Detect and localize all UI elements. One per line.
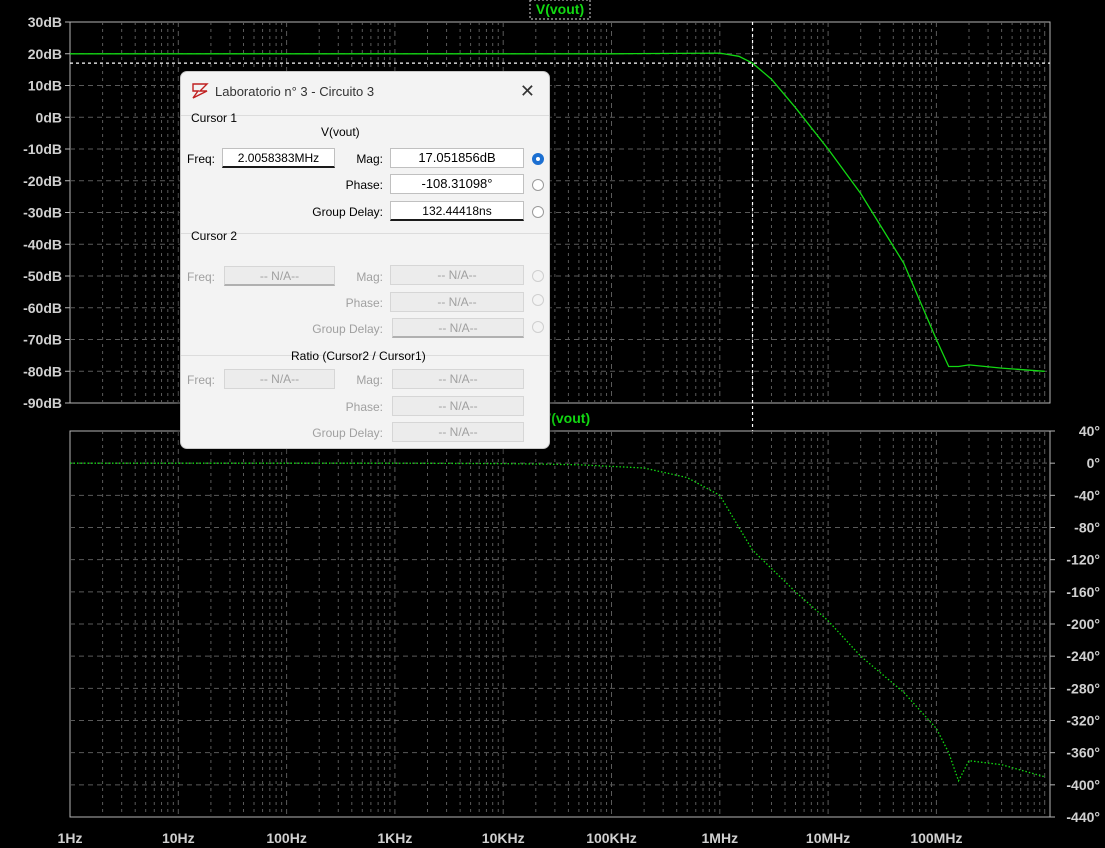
y-tick-label: 40° xyxy=(1079,423,1100,439)
y-tick-label: -70dB xyxy=(23,332,62,348)
cursor2-mag-label: Mag: xyxy=(356,270,383,284)
cursor1-group-delay-radio[interactable] xyxy=(532,206,544,218)
y-tick-label: -80dB xyxy=(23,363,62,379)
ratio-freq-field: -- N/A-- xyxy=(224,369,335,389)
waveform-viewer[interactable]: 30dB 20dB 10dB 0dB -10dB -20dB -30dB -40dB -50dB… xyxy=(0,0,1105,848)
ratio-phase-field: -- N/A-- xyxy=(392,396,524,416)
x-tick-label: 10Hz xyxy=(162,830,195,846)
y-tick-label: -30dB xyxy=(23,205,62,221)
cursor1-mag-radio[interactable] xyxy=(532,153,544,165)
cursor2-freq-field[interactable]: -- N/A-- xyxy=(224,266,335,286)
cursor2-phase-radio[interactable] xyxy=(532,294,544,306)
y-tick-label: -40dB xyxy=(23,236,62,252)
y-tick-label: -240° xyxy=(1066,648,1100,664)
frequency-axis: 1Hz 10Hz 100Hz 1KHz 10KHz 100KHz 1MHz 10MHz 100M… xyxy=(58,830,963,846)
cursor1-phase-field[interactable]: -108.31098° xyxy=(390,174,524,194)
cursor2-phase-field[interactable]: -- N/A-- xyxy=(390,292,524,312)
cursor1-group-delay-label: Group Delay: xyxy=(312,205,383,219)
y-tick-label: -50dB xyxy=(23,268,62,284)
y-tick-label: 30dB xyxy=(28,14,62,30)
cursor2-group-delay-label: Group Delay: xyxy=(312,322,383,336)
x-tick-label: 1MHz xyxy=(702,830,739,846)
y-tick-label: 10dB xyxy=(28,78,62,94)
x-tick-label: 100MHz xyxy=(910,830,962,846)
cursor2-section-label: Cursor 2 xyxy=(191,229,238,243)
y-tick-label: -160° xyxy=(1066,584,1100,600)
cursor2-phase-label: Phase: xyxy=(345,296,383,310)
x-tick-label: 1KHz xyxy=(377,830,412,846)
cursor1-phase-label: Phase: xyxy=(345,178,383,192)
cursor1-section-label: Cursor 1 xyxy=(191,111,238,125)
y-tick-label: -400° xyxy=(1066,777,1100,793)
x-tick-label: 10MHz xyxy=(806,830,850,846)
cursor1-signal-name: V(vout) xyxy=(321,125,360,139)
ltspice-app-icon xyxy=(192,83,209,99)
ratio-freq-label: Freq: xyxy=(187,373,216,387)
y-tick-label: 0dB xyxy=(36,109,62,125)
cursor2-group-delay-field[interactable]: -- N/A-- xyxy=(392,318,524,338)
y-tick-label: -200° xyxy=(1066,616,1100,632)
ratio-group-delay-field: -- N/A-- xyxy=(392,422,524,442)
y-tick-label: 0° xyxy=(1087,455,1100,471)
phase-plot-pane[interactable]: 40° 0° -40° -80° -120° -160° -200° -240° -280° -3… xyxy=(69,423,1100,825)
cursor2-freq-label: Freq: xyxy=(187,270,216,284)
ratio-mag-field: -- N/A-- xyxy=(392,369,524,389)
cursor-dialog[interactable]: Laboratorio n° 3 - Circuito 3 ✕ Cursor 1… xyxy=(180,71,550,449)
y-tick-label: -20dB xyxy=(23,173,62,189)
y-tick-label: -90dB xyxy=(23,395,62,411)
y-tick-label: -360° xyxy=(1066,745,1100,761)
y-tick-label: -320° xyxy=(1066,713,1100,729)
x-tick-label: 1Hz xyxy=(58,830,83,846)
cursor1-mag-label: Mag: xyxy=(356,152,383,166)
cursor1-freq-field[interactable]: 2.0058383MHz xyxy=(222,148,335,168)
top-trace-label[interactable]: V(vout) xyxy=(529,0,591,20)
cursor2-mag-field[interactable]: -- N/A-- xyxy=(390,265,524,285)
y-tick-label: -10dB xyxy=(23,141,62,157)
y-tick-label: -60dB xyxy=(23,300,62,316)
y-tick-label: -120° xyxy=(1066,552,1100,568)
ratio-group-delay-label: Group Delay: xyxy=(312,426,383,440)
ratio-mag-label: Mag: xyxy=(356,373,383,387)
x-tick-label: 10KHz xyxy=(482,830,525,846)
y-tick-label: -440° xyxy=(1066,809,1100,825)
cursor1-freq-label: Freq: xyxy=(187,152,216,166)
ratio-section-label: Ratio (Cursor2 / Cursor1) xyxy=(291,349,426,363)
dialog-title: Laboratorio n° 3 - Circuito 3 xyxy=(215,83,375,99)
top-trace-label-text: V(vout) xyxy=(536,1,584,17)
cursor1-mag-field[interactable]: 17.051856dB xyxy=(390,148,524,168)
x-tick-label: 100Hz xyxy=(266,830,306,846)
cursor1-group-delay-field[interactable]: 132.44418ns xyxy=(390,201,524,221)
cursor2-group-delay-radio[interactable] xyxy=(532,321,544,333)
y-tick-label: 20dB xyxy=(28,46,62,62)
cursor2-mag-radio[interactable] xyxy=(532,270,544,282)
y-tick-label: -40° xyxy=(1074,487,1100,503)
y-tick-label: -280° xyxy=(1066,680,1100,696)
y-tick-label: -80° xyxy=(1074,520,1100,536)
dialog-titlebar[interactable]: Laboratorio n° 3 - Circuito 3 xyxy=(191,82,374,100)
cursor1-phase-radio[interactable] xyxy=(532,179,544,191)
x-tick-label: 100KHz xyxy=(586,830,637,846)
ratio-phase-label: Phase: xyxy=(345,400,383,414)
close-icon[interactable]: ✕ xyxy=(520,82,535,100)
